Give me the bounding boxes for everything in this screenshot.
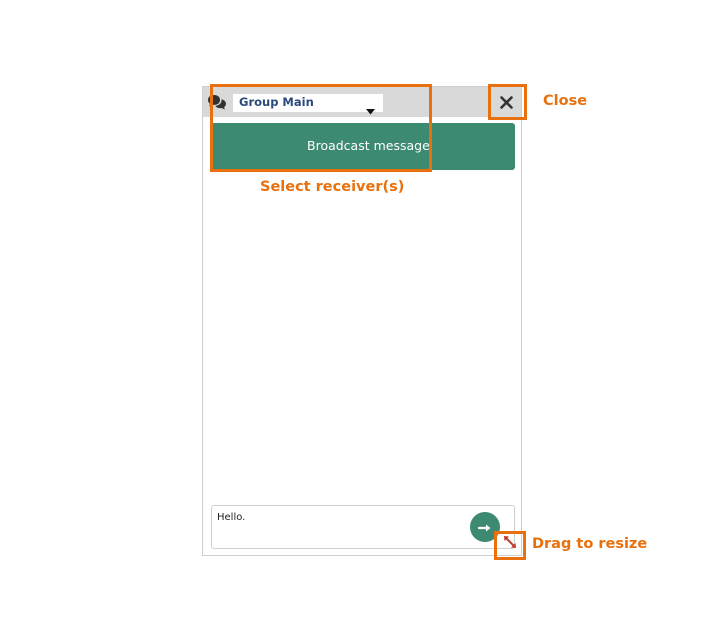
diagonal-resize-icon [503, 534, 517, 553]
chat-header: Group Main [203, 87, 521, 117]
close-annotation: Close [543, 93, 588, 109]
caret-down-icon [366, 100, 375, 115]
close-x-icon [499, 94, 513, 113]
chat-window: Group Main Broadcast message Hello. [202, 86, 522, 556]
close-button[interactable] [495, 93, 517, 113]
receiver-select[interactable]: Group Main [233, 94, 383, 115]
send-button[interactable] [470, 512, 500, 542]
resize-handle[interactable] [502, 535, 518, 551]
receiver-select-value: Group Main [239, 95, 314, 109]
broadcast-message-label: Broadcast message [307, 138, 430, 153]
receiver-annotation: Select receiver(s) [260, 179, 405, 195]
arrow-right-icon [477, 518, 492, 537]
chat-bubbles-icon [207, 94, 227, 111]
resize-annotation: Drag to resize [532, 536, 648, 552]
broadcast-message-bar[interactable]: Broadcast message [211, 123, 515, 170]
